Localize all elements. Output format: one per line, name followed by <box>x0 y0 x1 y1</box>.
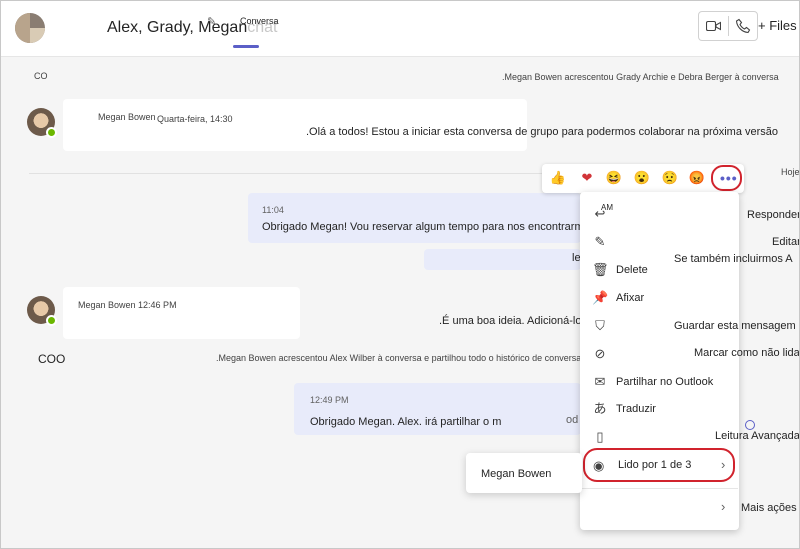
eye-icon: ◉ <box>593 458 605 473</box>
call-buttons <box>698 11 758 41</box>
unread-icon: ⊘ <box>594 346 606 361</box>
menu-item-share-outlook[interactable]: ✉ Partilhar no Outlook <box>580 370 739 396</box>
system-message-added-alex: .Megan Bowen acrescentou Alex Wilber à c… <box>216 353 586 363</box>
phone-icon[interactable] <box>735 18 751 34</box>
bookmark-icon: ⛉ <box>595 318 605 333</box>
message-text: Obrigado Megan. Alex. irá partilhar o m <box>310 416 502 428</box>
label-mais-acoes[interactable]: Mais ações <box>741 502 797 514</box>
pencil-icon[interactable]: ✎ <box>207 15 216 28</box>
message-text: Obrigado Megan! Vou reservar algum tempo… <box>262 221 599 233</box>
translate-icon: あ <box>593 401 607 416</box>
message-time: 11:04 <box>262 205 284 215</box>
group-avatar[interactable] <box>15 13 45 43</box>
menu-item-read-by[interactable]: ◉ Lido por 1 de 3 › <box>583 448 735 482</box>
coo-label: COO <box>38 352 66 366</box>
angry-reaction-icon[interactable]: 😡 <box>688 169 706 187</box>
chevron-right-icon[interactable]: › <box>721 499 725 514</box>
like-reaction-icon[interactable]: 👍 <box>549 169 567 187</box>
files-tab[interactable]: + Files <box>758 18 797 33</box>
message-text: .Olá a todos! Estou a iniciar esta conve… <box>306 126 779 138</box>
laugh-reaction-icon[interactable]: 😆 <box>605 169 623 187</box>
label-guardar[interactable]: Guardar esta mensagem <box>674 320 796 332</box>
teams-chat-window: Alex, Grady, Meganchat ✎ Conversa + File… <box>0 0 800 549</box>
menu-item-pin[interactable]: 📌 Afixar <box>580 286 739 312</box>
mail-icon: ✉ <box>594 374 606 389</box>
video-icon[interactable] <box>706 20 721 32</box>
label-marcar[interactable]: Marcar como não lida <box>694 347 799 359</box>
label-responder[interactable]: Responder <box>747 209 799 221</box>
avatar[interactable] <box>27 108 57 138</box>
edit-icon: ✎ <box>594 234 606 249</box>
menu-divider <box>581 488 738 489</box>
date-divider-today: Hoje <box>781 167 800 177</box>
chevron-right-icon: › <box>721 457 726 472</box>
system-message-added-grady: .Megan Bowen acrescentou Grady Archie e … <box>502 72 779 82</box>
immersive-reader-icon: ▯ <box>596 429 604 444</box>
menu-item-translate[interactable]: あ Traduzir <box>580 397 739 423</box>
heart-reaction-icon[interactable]: ❤ <box>578 169 596 187</box>
own-message-bubble[interactable]: le <box>424 249 581 270</box>
more-icon: ••• <box>720 170 738 186</box>
label-leitura[interactable]: Leitura Avançada <box>715 430 799 442</box>
date-divider-line <box>29 173 549 174</box>
read-by-user[interactable]: Megan Bowen <box>481 468 551 480</box>
chat-header: Alex, Grady, Meganchat ✎ Conversa + File… <box>1 1 799 57</box>
label-editar[interactable]: Editar <box>772 236 799 248</box>
own-message-bubble[interactable] <box>248 193 581 243</box>
message-time: 12:49 PM <box>310 395 349 405</box>
label-se-tambem: Se também incluirmos A <box>674 253 793 265</box>
message-sender: Megan Bowen <box>98 112 156 122</box>
chat-title-text: Alex, Grady, Megan <box>107 19 248 36</box>
message-bubble[interactable] <box>63 99 527 151</box>
check-icon <box>745 420 755 430</box>
read-by-label: Lido por 1 de 3 <box>618 459 692 471</box>
pin-icon: 📌 <box>592 290 609 305</box>
co-badge: CO <box>34 71 48 81</box>
active-tab-indicator <box>233 45 259 48</box>
message-sender: Megan Bowen 12:46 PM <box>78 300 177 310</box>
am-label: AM <box>601 203 613 212</box>
avatar[interactable] <box>27 296 57 326</box>
delete-icon: 🗑 <box>592 262 609 277</box>
message-bubble[interactable] <box>63 287 300 339</box>
surprised-reaction-icon[interactable]: 😮 <box>633 169 651 187</box>
call-divider <box>728 16 729 36</box>
read-by-submenu: Megan Bowen <box>466 453 582 493</box>
tab-conversa[interactable]: Conversa <box>240 16 279 26</box>
more-options-button[interactable]: ••• <box>711 165 742 191</box>
sad-reaction-icon[interactable]: 😟 <box>661 169 679 187</box>
message-text-tail: od <box>566 414 579 426</box>
message-time: Quarta-feira, 14:30 <box>157 114 233 124</box>
presence-available-icon <box>46 315 57 326</box>
presence-available-icon <box>46 127 57 138</box>
